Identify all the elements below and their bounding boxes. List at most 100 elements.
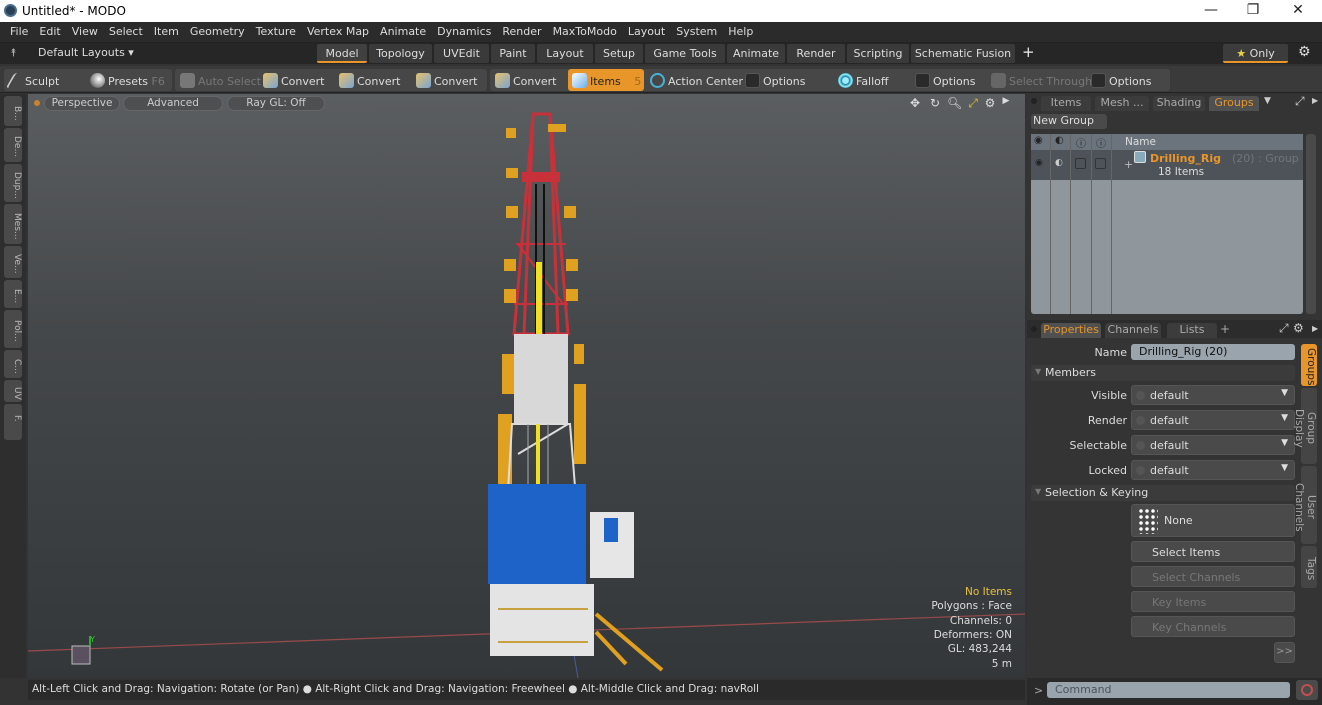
tab-groups[interactable]: Groups xyxy=(1209,96,1259,111)
menu-animate[interactable]: Animate xyxy=(380,22,426,38)
falloff-button[interactable]: Falloff xyxy=(838,69,888,91)
items-mode-button[interactable]: Items 5 xyxy=(568,69,644,91)
tab-uvedit[interactable]: UVEdit xyxy=(434,44,489,63)
strip-tab-duplicate[interactable]: Dup... xyxy=(4,164,22,202)
menu-system[interactable]: System xyxy=(676,22,717,38)
tab-scripting[interactable]: Scripting xyxy=(847,44,909,63)
layout-up-icon[interactable]: ⯭ xyxy=(10,46,17,60)
selection-keying-section-header[interactable]: ▼ Selection & Keying xyxy=(1031,485,1295,501)
row-render-icon[interactable]: ◐ xyxy=(1055,158,1063,168)
convert-button-4[interactable]: Convert xyxy=(495,69,557,91)
add-layout-button[interactable]: + xyxy=(1022,43,1035,61)
row-eye-icon[interactable]: ◉ xyxy=(1035,158,1043,168)
key-channels-button[interactable]: Key Channels xyxy=(1131,616,1295,637)
tab-render[interactable]: Render xyxy=(787,44,845,63)
select-icon[interactable]: ⓘ xyxy=(1096,135,1106,150)
name-field[interactable]: Drilling_Rig (20) xyxy=(1131,344,1295,360)
convert-button-1[interactable]: Convert xyxy=(263,69,325,91)
row-select-checkbox[interactable] xyxy=(1095,158,1106,169)
panel-menu-dot[interactable] xyxy=(1031,98,1037,104)
sculpt-button[interactable]: Sculpt xyxy=(5,69,59,91)
lock-icon[interactable]: ⓘ xyxy=(1076,135,1086,150)
side-tab-group-display[interactable]: Group Display xyxy=(1293,388,1317,464)
tab-layout[interactable]: Layout xyxy=(537,44,593,63)
properties-arrow-icon[interactable]: ▶ xyxy=(1312,324,1318,333)
select-channels-button[interactable]: Select Channels xyxy=(1131,566,1295,587)
strip-tab-curve[interactable]: C... xyxy=(4,350,22,378)
tab-paint[interactable]: Paint xyxy=(491,44,535,63)
render-icon[interactable]: ◐ xyxy=(1055,135,1064,146)
strip-tab-vertex[interactable]: Ve... xyxy=(4,246,22,278)
strip-tab-uv[interactable]: UV xyxy=(4,380,22,402)
options-button-2[interactable]: Options xyxy=(915,69,975,91)
menu-item[interactable]: Item xyxy=(154,22,179,38)
properties-gear-icon[interactable]: ⚙ xyxy=(1293,321,1304,335)
strip-tab-deform[interactable]: De... xyxy=(4,128,22,162)
convert-button-3[interactable]: Convert xyxy=(416,69,478,91)
minimize-button[interactable]: — xyxy=(1196,2,1226,20)
side-tab-tags[interactable]: Tags xyxy=(1301,546,1317,588)
tab-lists[interactable]: Lists xyxy=(1167,323,1217,338)
row-lock-checkbox[interactable] xyxy=(1075,158,1086,169)
expand-properties-icon[interactable]: ⤢ xyxy=(1279,321,1289,336)
menu-layout[interactable]: Layout xyxy=(628,22,665,38)
command-input[interactable]: Command xyxy=(1047,682,1290,698)
record-button[interactable] xyxy=(1296,680,1318,700)
tab-model[interactable]: Model xyxy=(317,44,367,63)
visible-dropdown[interactable]: default ▼ xyxy=(1131,385,1295,405)
close-button[interactable]: ✕ xyxy=(1283,2,1313,20)
strip-tab-edge[interactable]: E... xyxy=(4,280,22,308)
expand-panel-icon[interactable]: ⤢ xyxy=(1295,94,1305,109)
gear-icon[interactable]: ⚙ xyxy=(1298,44,1311,60)
group-name[interactable]: Drilling_Rig xyxy=(1150,152,1221,165)
maximize-button[interactable]: ❐ xyxy=(1238,2,1268,20)
convert-button-2[interactable]: Convert xyxy=(339,69,401,91)
tabs-dropdown-icon[interactable]: ▼ xyxy=(1264,96,1271,106)
menu-render[interactable]: Render xyxy=(502,22,541,38)
options-button-1[interactable]: Options xyxy=(745,69,805,91)
properties-menu-dot[interactable] xyxy=(1031,326,1037,332)
panel-arrow-icon[interactable]: ▶ xyxy=(1312,96,1318,105)
tab-topology[interactable]: Topology xyxy=(369,44,432,63)
menu-edit[interactable]: Edit xyxy=(39,22,60,38)
tab-channels[interactable]: Channels xyxy=(1105,323,1161,338)
select-items-button[interactable]: Select Items xyxy=(1131,541,1295,562)
render-dropdown[interactable]: default ▼ xyxy=(1131,410,1295,430)
menu-select[interactable]: Select xyxy=(109,22,143,38)
menu-texture[interactable]: Texture xyxy=(256,22,296,38)
add-tab-button[interactable]: + xyxy=(1220,322,1230,336)
menu-view[interactable]: View xyxy=(72,22,98,38)
side-tab-groups[interactable]: Groups xyxy=(1301,344,1317,386)
tab-shading[interactable]: Shading xyxy=(1153,96,1205,111)
menu-dynamics[interactable]: Dynamics xyxy=(437,22,491,38)
strip-tab-basic[interactable]: B... xyxy=(4,96,22,126)
strip-extra-button[interactable] xyxy=(4,422,22,440)
presets-button[interactable]: Presets F6 xyxy=(90,69,165,91)
tab-game-tools[interactable]: Game Tools xyxy=(645,44,725,63)
strip-tab-polygon[interactable]: Pol... xyxy=(4,310,22,348)
groups-scrollbar[interactable] xyxy=(1306,134,1316,314)
auto-select-button[interactable]: Auto Select xyxy=(180,69,261,91)
more-button[interactable]: >> xyxy=(1274,642,1295,663)
expand-plus-icon[interactable]: + xyxy=(1124,158,1133,171)
tab-properties[interactable]: Properties xyxy=(1041,323,1101,338)
tab-schematic-fusion[interactable]: Schematic Fusion xyxy=(911,44,1015,63)
tab-animate[interactable]: Animate xyxy=(727,44,785,63)
3d-viewport[interactable]: Perspective Advanced Ray GL: Off ✥ ↻ 🔍︎ … xyxy=(28,94,1025,678)
only-toggle[interactable]: ★ Only xyxy=(1223,44,1288,63)
tab-items[interactable]: Items xyxy=(1041,96,1091,111)
selectable-dropdown[interactable]: default ▼ xyxy=(1131,435,1295,455)
menu-vertex-map[interactable]: Vertex Map xyxy=(307,22,369,38)
menu-help[interactable]: Help xyxy=(728,22,753,38)
default-layouts-dropdown[interactable]: Default Layouts ▾ xyxy=(38,46,134,59)
key-items-button[interactable]: Key Items xyxy=(1131,591,1295,612)
options-button-3[interactable]: Options xyxy=(1091,69,1151,91)
selection-set-dropdown[interactable]: None xyxy=(1131,504,1295,537)
strip-tab-mesh[interactable]: Mes... xyxy=(4,204,22,244)
visibility-eye-icon[interactable]: ◉ xyxy=(1034,135,1043,146)
side-tab-user-channels[interactable]: User Channels xyxy=(1293,466,1317,544)
tab-mesh[interactable]: Mesh ... xyxy=(1095,96,1149,111)
menu-file[interactable]: File xyxy=(10,22,28,38)
select-through-button[interactable]: Select Through xyxy=(991,69,1092,91)
menu-maxtomodo[interactable]: MaxToModo xyxy=(553,22,617,38)
